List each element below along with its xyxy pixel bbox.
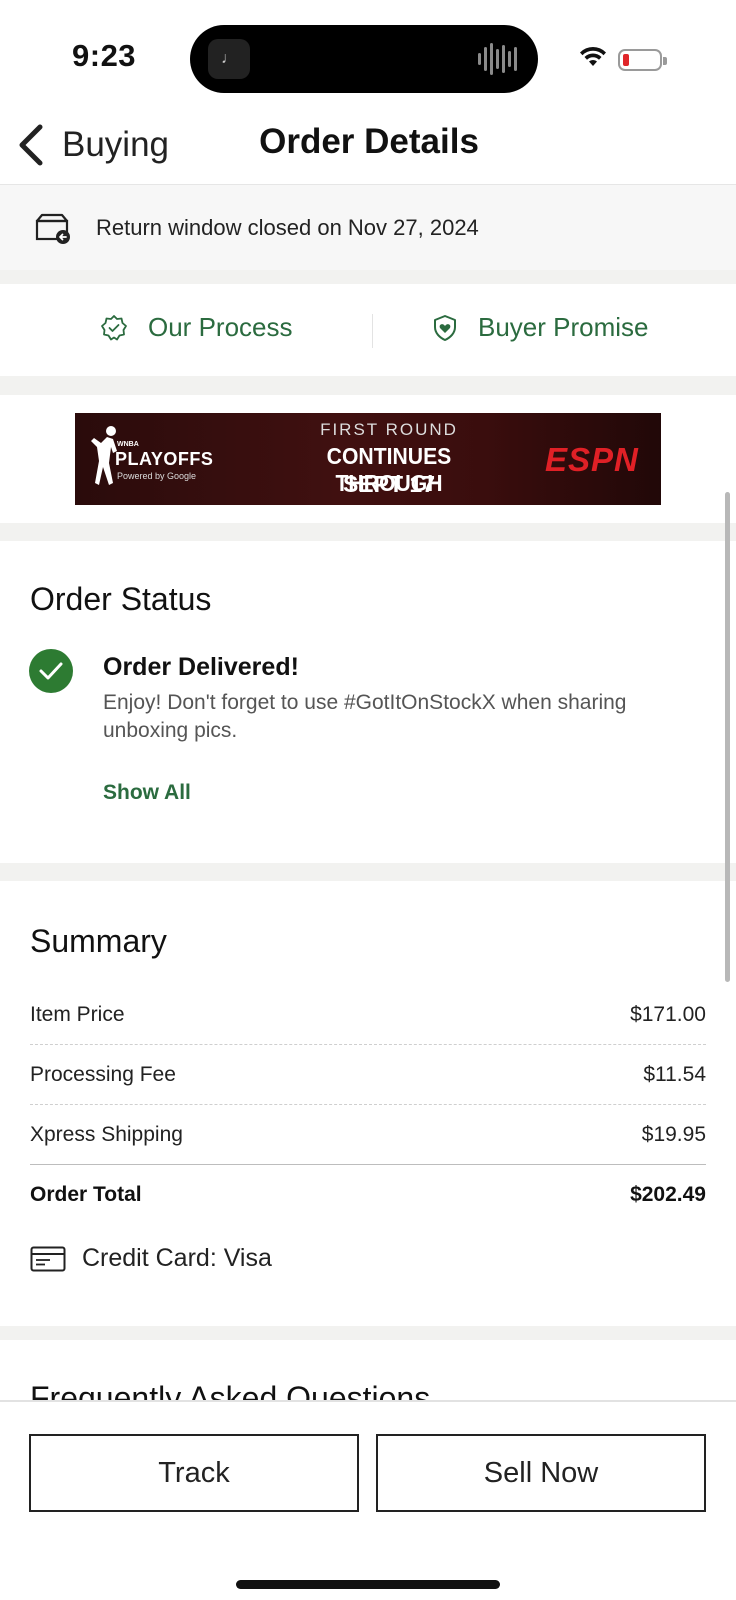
order-status-title: Order Status (30, 581, 212, 617)
links-separator (372, 314, 373, 348)
verified-badge-icon (101, 314, 127, 340)
navigation-bar: Buying Order Details (0, 110, 736, 184)
buyer-promise-link[interactable]: Buyer Promise (432, 312, 649, 343)
return-window-text: Return window closed on Nov 27, 2024 (96, 214, 479, 240)
espn-logo: ESPN (545, 441, 639, 478)
section-gap (0, 1326, 736, 1340)
ad-banner-container: WNBA PLAYOFFS Powered by Google FIRST RO… (0, 395, 736, 523)
dynamic-island: ♩ (190, 25, 538, 93)
battery-icon (618, 49, 667, 71)
faq-section: Frequently Asked Questions (0, 1340, 736, 1400)
status-time: 9:23 (72, 38, 137, 73)
order-status-message: Enjoy! Don't forget to use #GotItOnStock… (103, 691, 627, 742)
our-process-label: Our Process (148, 312, 293, 342)
summary-row-value: $19.95 (641, 1122, 706, 1146)
summary-row-value: $11.54 (643, 1062, 706, 1086)
wifi-icon (580, 46, 606, 66)
our-process-link[interactable]: Our Process (100, 312, 293, 343)
home-indicator[interactable] (236, 1580, 500, 1589)
banner-brand: PLAYOFFS (115, 449, 214, 469)
promo-banner[interactable]: WNBA PLAYOFFS Powered by Google FIRST RO… (75, 413, 661, 505)
summary-row-label: Item Price (30, 1002, 125, 1026)
section-gap (0, 863, 736, 881)
audio-waveform-icon (478, 43, 517, 75)
summary-row-shipping: Xpress Shipping $19.95 (30, 1105, 706, 1165)
banner-powered: Powered by Google (117, 471, 197, 481)
payment-method: Credit Card: Visa (30, 1244, 272, 1273)
delivered-check-icon (29, 649, 73, 693)
credit-card-icon (30, 1246, 66, 1271)
summary-row-item-price: Item Price $171.00 (30, 985, 706, 1045)
show-all-link[interactable]: Show All (103, 781, 191, 805)
summary-row-label: Order Total (30, 1183, 142, 1206)
summary-row-label: Processing Fee (30, 1062, 176, 1086)
buyer-promise-label: Buyer Promise (478, 312, 649, 342)
scrollbar[interactable] (725, 492, 730, 982)
summary-row-value: $202.49 (630, 1183, 706, 1206)
summary-row-label: Xpress Shipping (30, 1122, 183, 1146)
trust-links-row: Our Process Buyer Promise (0, 284, 736, 376)
section-gap (0, 523, 736, 541)
order-status-section: Order Status Order Delivered! Enjoy! Don… (0, 541, 736, 863)
shield-heart-icon (434, 314, 456, 341)
section-gap (0, 270, 736, 284)
music-app-icon: ♩ (208, 39, 250, 79)
return-window-banner: Return window closed on Nov 27, 2024 (0, 185, 736, 270)
summary-row-value: $171.00 (630, 1002, 706, 1026)
status-bar: 9:23 ♩ (0, 0, 736, 110)
return-box-icon (35, 213, 70, 244)
banner-line3: SEPT 17 (342, 471, 436, 497)
summary-title: Summary (30, 923, 167, 959)
section-gap (0, 376, 736, 395)
track-button[interactable]: Track (29, 1434, 359, 1512)
summary-row-order-total: Order Total $202.49 (30, 1165, 706, 1225)
sell-now-button[interactable]: Sell Now (376, 1434, 706, 1512)
faq-title: Frequently Asked Questions (30, 1380, 431, 1400)
summary-section: Summary Item Price $171.00 Processing Fe… (0, 881, 736, 1326)
order-status-headline: Order Delivered! (103, 653, 299, 681)
bottom-action-bar: Track Sell Now (0, 1400, 736, 1600)
banner-brand-small: WNBA (117, 441, 139, 448)
payment-method-label: Credit Card: Visa (82, 1244, 272, 1272)
banner-line1: FIRST ROUND (320, 420, 458, 439)
summary-row-processing-fee: Processing Fee $11.54 (30, 1045, 706, 1105)
page-title: Order Details (259, 122, 479, 161)
